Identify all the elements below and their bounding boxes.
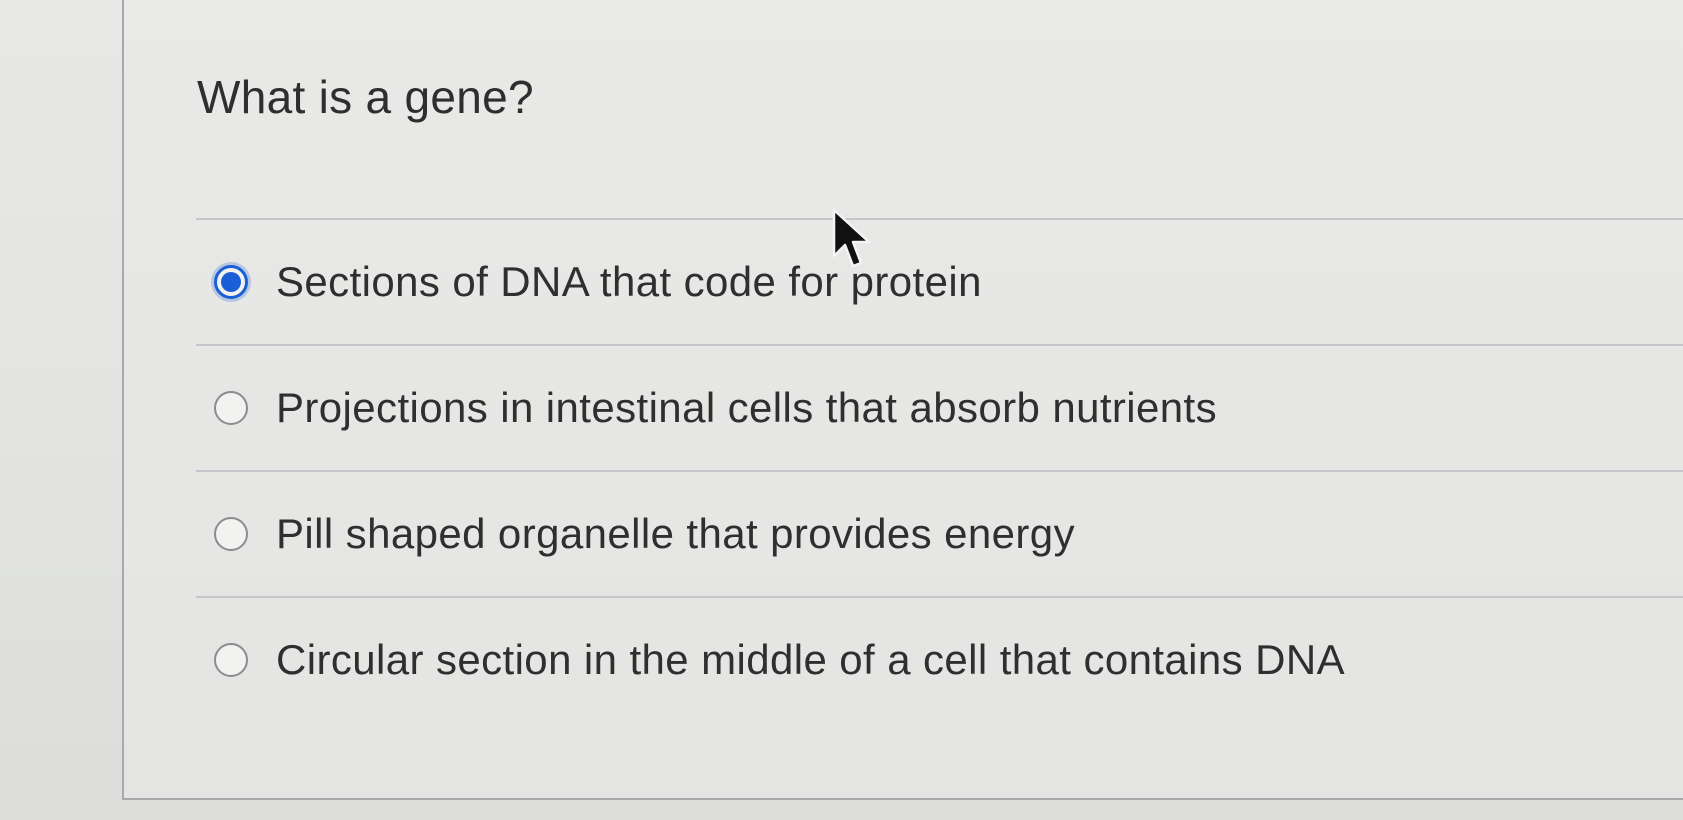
mouse-pointer-icon — [832, 208, 871, 268]
answer-option-label: Pill shaped organelle that provides ener… — [276, 510, 1075, 557]
radio-checked-icon[interactable] — [214, 265, 248, 299]
answer-option-label: Projections in intestinal cells that abs… — [276, 384, 1218, 431]
answer-options: Sections of DNA that code for protein Pr… — [196, 218, 1683, 722]
question-card: What is a gene? Sections of DNA that cod… — [122, 0, 1683, 800]
answer-option-1[interactable]: Sections of DNA that code for protein — [196, 218, 1683, 344]
radio-unchecked-icon[interactable] — [214, 643, 248, 677]
answer-option-3[interactable]: Pill shaped organelle that provides ener… — [196, 470, 1683, 596]
answer-option-4[interactable]: Circular section in the middle of a cell… — [196, 596, 1683, 722]
answer-option-label: Circular section in the middle of a cell… — [276, 636, 1346, 683]
question-text: What is a gene? — [197, 71, 534, 123]
page: What is a gene? Sections of DNA that cod… — [0, 0, 1683, 820]
radio-dot — [221, 272, 241, 292]
answer-option-2[interactable]: Projections in intestinal cells that abs… — [196, 344, 1683, 470]
radio-unchecked-icon[interactable] — [214, 391, 248, 425]
radio-unchecked-icon[interactable] — [214, 517, 248, 551]
